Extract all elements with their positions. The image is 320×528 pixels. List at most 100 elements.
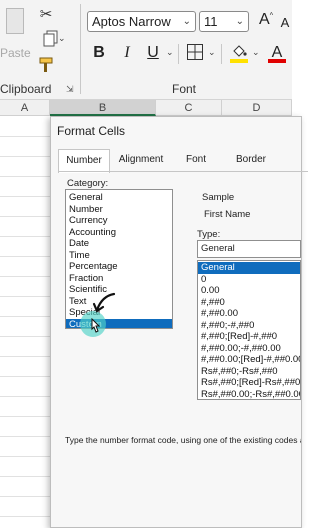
row-gridline <box>0 416 50 417</box>
category-item[interactable]: Time <box>66 250 172 262</box>
format-painter-button[interactable] <box>36 56 58 76</box>
sample-label: Sample <box>202 192 235 203</box>
borders-chevron-icon[interactable]: ⌄ <box>208 47 216 58</box>
fill-color-button[interactable] <box>228 40 250 66</box>
font-name-value: Aptos Narrow <box>92 14 171 29</box>
row-gridline <box>0 336 50 337</box>
copy-button[interactable]: ⌄ <box>36 30 66 50</box>
borders-icon <box>187 43 203 60</box>
borders-button[interactable] <box>184 42 206 64</box>
tab-alignment[interactable]: Alignment <box>112 149 170 171</box>
format-code-item[interactable]: Rs#,##0;-Rs#,##0 <box>198 366 300 378</box>
format-code-item[interactable]: 0.00 <box>198 285 300 297</box>
copy-chevron-icon: ⌄ <box>58 33 66 43</box>
row-gridline <box>0 276 50 277</box>
underline-button[interactable]: U <box>142 42 164 64</box>
paste-button[interactable]: Paste <box>0 4 31 64</box>
pen-arrow-annotation <box>92 292 116 313</box>
format-code-item[interactable]: 0 <box>198 274 300 286</box>
row-gridline <box>0 476 50 477</box>
chevron-down-icon: ⌄ <box>235 16 244 27</box>
row-gridline <box>0 136 50 137</box>
font-color-button[interactable]: A <box>266 40 288 66</box>
row-gridline <box>0 496 50 497</box>
clipboard-launcher-icon[interactable]: ⇲ <box>66 84 74 95</box>
chevron-down-icon: ⌄ <box>182 16 191 27</box>
fill-color-swatch <box>230 59 248 63</box>
column-header-d[interactable]: D <box>222 100 292 116</box>
column-header-a[interactable]: A <box>0 100 50 116</box>
shrink-font-button[interactable]: A <box>278 12 292 32</box>
row-gridline <box>0 216 50 217</box>
format-code-item[interactable]: Rs#,##0.00;-Rs#,##0.00 <box>198 389 300 400</box>
italic-button[interactable]: I <box>116 42 138 64</box>
row-gridline <box>0 156 50 157</box>
type-input[interactable]: General <box>197 240 301 258</box>
fill-color-chevron-icon[interactable]: ⌄ <box>252 47 260 58</box>
row-gridline <box>0 516 50 517</box>
row-gridline <box>0 456 50 457</box>
tab-number[interactable]: Number <box>58 149 110 173</box>
tab-border[interactable]: Border <box>226 149 276 171</box>
format-code-item[interactable]: #,##0 <box>198 297 300 309</box>
font-color-swatch <box>268 59 286 63</box>
dialog-title: Format Cells <box>57 124 126 138</box>
format-code-item[interactable]: #,##0.00 <box>198 308 300 320</box>
category-item[interactable]: Text <box>66 296 172 308</box>
underline-chevron-icon[interactable]: ⌄ <box>166 47 174 58</box>
grow-font-label: A <box>259 11 270 28</box>
cut-button[interactable]: ✂ <box>36 4 56 24</box>
category-item[interactable]: Date <box>66 238 172 250</box>
clipboard-group-label: Clipboard <box>0 82 52 96</box>
fill-bucket-icon <box>233 44 247 57</box>
scissors-icon: ✂ <box>39 6 53 23</box>
category-label: Category: <box>67 178 109 189</box>
category-item[interactable]: General <box>66 192 172 204</box>
category-item[interactable]: Accounting <box>66 227 172 239</box>
tab-divider <box>58 171 308 172</box>
group-separator <box>80 4 81 94</box>
category-item[interactable]: Fraction <box>66 273 172 285</box>
format-code-item[interactable]: #,##0;-#,##0 <box>198 320 300 332</box>
row-gridline <box>0 376 50 377</box>
tab-font[interactable]: Font <box>174 149 218 171</box>
font-group-label: Font <box>172 82 197 96</box>
mouse-cursor-icon <box>91 318 101 333</box>
format-code-item[interactable]: General <box>198 262 300 274</box>
format-code-item[interactable]: Rs#,##0;[Red]-Rs#,##0 <box>198 377 300 389</box>
row-gridline <box>0 396 50 397</box>
separator <box>221 44 222 64</box>
column-header-b[interactable]: B <box>50 100 156 116</box>
format-code-item[interactable]: #,##0.00;-#,##0.00 <box>198 343 300 355</box>
font-size-value: 11 <box>204 14 218 29</box>
row-gridline <box>0 236 50 237</box>
shrink-font-label: A <box>280 14 290 30</box>
paste-label: Paste <box>0 46 31 60</box>
font-size-combo[interactable]: 11 ⌄ <box>199 11 249 32</box>
font-name-combo[interactable]: Aptos Narrow ⌄ <box>87 11 196 32</box>
format-code-list[interactable]: General 0 0.00 #,##0 #,##0.00 #,##0;-#,##0 #,#… <box>197 260 301 400</box>
bold-button[interactable]: B <box>88 42 110 64</box>
row-gridline <box>0 196 50 197</box>
format-hint-text: Type the number format code, using one o… <box>65 435 301 445</box>
row-gridline <box>0 316 50 317</box>
category-item[interactable]: Currency <box>66 215 172 227</box>
category-item[interactable]: Number <box>66 204 172 216</box>
row-gridline <box>0 296 50 297</box>
clipboard-icon <box>6 8 24 34</box>
row-gridline <box>0 436 50 437</box>
format-painter-icon <box>39 57 53 72</box>
row-gridline <box>0 356 50 357</box>
column-header-c[interactable]: C <box>156 100 222 116</box>
format-code-item[interactable]: #,##0.00;[Red]-#,##0.00 <box>198 354 300 366</box>
format-code-item[interactable]: #,##0;[Red]-#,##0 <box>198 331 300 343</box>
row-gridline <box>0 176 50 177</box>
type-label: Type: <box>197 229 221 240</box>
ribbon: Paste ✂ ⌄ Clipboard ⇲ Aptos Narrow ⌄ 11 … <box>0 0 292 100</box>
category-item[interactable]: Percentage <box>66 261 172 273</box>
category-list[interactable]: General Number Currency Accounting Date Time P… <box>65 189 173 329</box>
category-item[interactable]: Scientific <box>66 284 172 296</box>
grow-font-button[interactable]: A^ <box>256 9 276 31</box>
row-gridline <box>0 256 50 257</box>
separator <box>178 44 179 64</box>
